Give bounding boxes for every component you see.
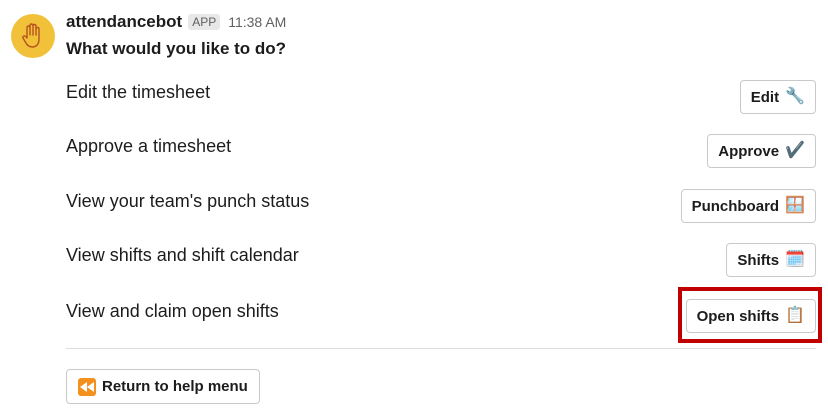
action-row-shifts: View shifts and shift calendar Shifts 🗓️ <box>66 243 816 283</box>
bot-name[interactable]: attendancebot <box>66 12 182 32</box>
rewind-icon <box>78 377 96 396</box>
shifts-button[interactable]: Shifts 🗓️ <box>726 243 816 277</box>
button-label: Edit <box>750 88 780 106</box>
bot-avatar[interactable] <box>11 14 55 58</box>
action-label: Edit the timesheet <box>66 82 211 102</box>
message-question: What would you like to do? <box>66 39 287 58</box>
action-label: View and claim open shifts <box>66 301 279 321</box>
punchboard-button[interactable]: Punchboard 🪟 <box>680 189 816 223</box>
button-label: Approve <box>718 142 780 160</box>
action-row-approve: Approve a timesheet Approve ✔️ <box>66 134 816 174</box>
approve-button[interactable]: Approve ✔️ <box>707 134 816 168</box>
check-mark-icon: ✔️ <box>785 142 805 159</box>
edit-button[interactable]: Edit 🔧 <box>739 80 816 114</box>
message-timestamp[interactable]: 11:38 AM <box>228 14 286 30</box>
button-label: Shifts <box>737 251 780 269</box>
calendar-icon: 🗓️ <box>785 251 805 268</box>
action-row-edit: Edit the timesheet Edit 🔧 <box>66 80 816 120</box>
action-label: View shifts and shift calendar <box>66 245 299 265</box>
action-row-punchboard: View your team's punch status Punchboard… <box>66 189 816 229</box>
return-to-help-button[interactable]: Return to help menu <box>66 369 260 404</box>
highlight-box <box>678 287 822 343</box>
button-label: Punchboard <box>691 197 780 215</box>
action-label: Approve a timesheet <box>66 136 232 156</box>
window-icon: 🪟 <box>785 197 805 214</box>
message-header: attendancebot APP 11:38 AM <box>66 12 286 32</box>
wrench-icon: 🔧 <box>785 88 805 105</box>
app-badge: APP <box>188 14 221 30</box>
help-button-label: Return to help menu <box>102 378 248 395</box>
raised-hand-icon <box>22 23 40 48</box>
action-label: View your team's punch status <box>66 191 310 211</box>
divider <box>66 348 816 349</box>
